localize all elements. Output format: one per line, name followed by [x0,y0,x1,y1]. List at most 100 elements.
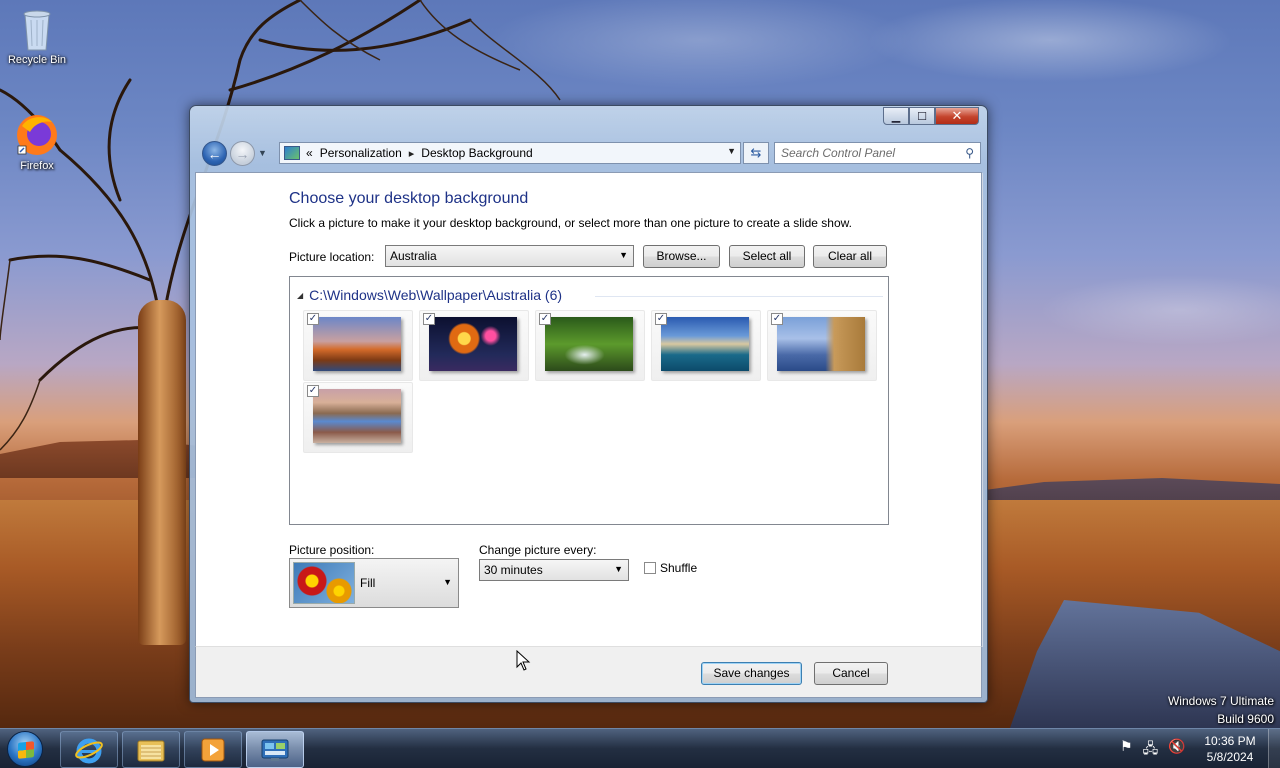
caption-buttons: ▁ ☐ ✕ [883,107,979,125]
recycle-bin-shortcut[interactable]: Recycle Bin [2,6,72,66]
refresh-icon: ⇆ [750,145,762,160]
control-panel-icon [284,146,300,160]
group-header[interactable]: ◢ C:\Windows\Web\Wallpaper\Australia (6) [297,287,562,303]
back-button[interactable]: ← [202,141,227,166]
wallpaper-image-kimberley-river [313,389,401,443]
taskbar-media-player[interactable] [184,731,242,768]
picture-position-select[interactable]: Fill ▼ [289,558,459,608]
group-divider [595,296,883,297]
thumbnail-checkbox[interactable]: ✓ [307,385,319,397]
back-arrow-icon: ← [207,145,222,162]
clear-all-button[interactable]: Clear all [813,245,887,268]
recent-pages-dropdown[interactable]: ▼ [258,148,267,158]
firefox-icon [17,115,57,155]
wallpaper-image-rainforest-waterfall [545,317,633,371]
os-edition-text: Windows 7 Ultimate [1167,694,1274,708]
picture-location-value: Australia [390,249,437,263]
wallpaper-image-outback-baobab [313,317,401,371]
wallpaper-thumbnail[interactable]: ✓ [651,310,761,381]
firefox-shortcut[interactable]: Firefox [2,112,72,172]
taskbar: ⚑ 🖧 🔇 10:36 PM 5/8/2024 [0,728,1280,768]
recycle-bin-icon [23,10,51,51]
address-bar[interactable]: « Personalization ▸ Desktop Background ▼ [279,142,741,164]
change-picture-label: Change picture every: [479,543,597,557]
taskbar-windows-explorer[interactable] [122,731,180,768]
desktop-background-window: ▁ ☐ ✕ ← → ▼ « Personalization ▸ Desktop … [189,105,988,703]
internet-explorer-icon [75,738,103,763]
wallpaper-thumbnail[interactable]: ✓ [767,310,877,381]
wallpaper-image-sydney-fireworks [429,317,517,371]
search-input[interactable]: Search Control Panel ⚲ [774,142,981,164]
control-panel-icon [261,739,289,761]
address-overflow-chevron[interactable]: « [306,146,313,160]
system-clock[interactable]: 10:36 PM 5/8/2024 [1190,733,1270,765]
close-button[interactable]: ✕ [935,107,979,125]
select-all-button[interactable]: Select all [729,245,805,268]
os-version-watermark: Windows 7 Ultimate Build 9600 [1168,692,1274,728]
show-desktop-button[interactable] [1268,729,1280,768]
picture-location-label: Picture location: [289,250,375,264]
forward-button[interactable]: → [230,141,255,166]
volume-muted-icon[interactable]: 🔇 [1168,738,1185,762]
thumbnail-checkbox[interactable]: ✓ [423,313,435,325]
content-pane: Choose your desktop background Click a p… [195,172,983,647]
cancel-button[interactable]: Cancel [814,662,888,685]
windows-explorer-icon [137,740,165,761]
browse-button[interactable]: Browse... [643,245,720,268]
thumbnail-checkbox[interactable]: ✓ [655,313,667,325]
pane-edge [982,173,983,647]
minimize-button[interactable]: ▁ [883,107,909,125]
action-center-flag-icon[interactable]: ⚑ [1120,738,1133,762]
wallpaper-thumbnail[interactable]: ✓ [535,310,645,381]
notification-area: ⚑ 🖧 🔇 [1120,738,1186,762]
chevron-down-icon: ▼ [443,577,452,587]
group-path: C:\Windows\Web\Wallpaper\Australia (6) [309,287,563,303]
page-description: Click a picture to make it your desktop … [289,216,852,230]
search-icon[interactable]: ⚲ [965,146,974,160]
position-preview-image [293,562,355,604]
search-placeholder: Search Control Panel [781,146,896,160]
taskbar-internet-explorer[interactable] [60,731,118,768]
picture-list: ◢ C:\Windows\Web\Wallpaper\Australia (6)… [289,276,889,525]
chevron-down-icon: ▼ [614,564,623,574]
wallpaper-thumbnail[interactable]: ✓ [419,310,529,381]
collapse-icon[interactable]: ◢ [297,291,303,300]
picture-position-label: Picture position: [289,543,375,557]
save-changes-button[interactable]: Save changes [701,662,802,685]
windows-logo-icon [18,741,34,759]
os-build-text: Build 9600 [1217,712,1274,726]
chevron-down-icon: ▼ [619,250,628,260]
breadcrumb-desktop-background[interactable]: Desktop Background [421,146,532,160]
address-history-arrow-icon[interactable]: ▼ [727,146,736,156]
clock-time: 10:36 PM [1204,734,1256,748]
network-icon[interactable]: 🖧 [1143,738,1159,762]
shuffle-checkbox[interactable]: Shuffle [644,561,697,575]
page-title: Choose your desktop background [289,190,529,207]
clock-date: 5/8/2024 [1206,750,1254,764]
breadcrumb-separator[interactable]: ▸ [409,147,415,160]
shuffle-label: Shuffle [660,561,698,575]
breadcrumb-personalization[interactable]: Personalization [320,146,402,160]
wallpaper-thumbnail[interactable]: ✓ [303,310,413,381]
start-button[interactable] [7,731,43,767]
firefox-label: Firefox [20,160,54,172]
thumbnail-checkbox[interactable]: ✓ [771,313,783,325]
thumbnail-checkbox[interactable]: ✓ [539,313,551,325]
wallpaper-image-sydney-harbour [661,317,749,371]
mouse-cursor-icon [516,650,531,671]
shuffle-checkbox-box[interactable] [644,562,656,574]
refresh-button[interactable]: ⇆ [743,142,769,164]
forward-arrow-icon: → [235,145,250,162]
change-interval-select[interactable]: 30 minutes ▼ [479,559,629,581]
wallpaper-thumbnail[interactable]: ✓ [303,382,413,453]
picture-position-value: Fill [360,576,376,590]
baobab-trunk [138,300,186,645]
change-interval-value: 30 minutes [484,563,543,577]
wallpaper-image-twelve-apostles [777,317,865,371]
maximize-button[interactable]: ☐ [909,107,935,125]
recycle-bin-label: Recycle Bin [7,54,67,66]
taskbar-control-panel[interactable] [246,731,304,768]
picture-location-select[interactable]: Australia ▼ [385,245,634,267]
thumbnail-checkbox[interactable]: ✓ [307,313,319,325]
navigation-bar: ← → ▼ « Personalization ▸ Desktop Backgr… [197,138,982,168]
